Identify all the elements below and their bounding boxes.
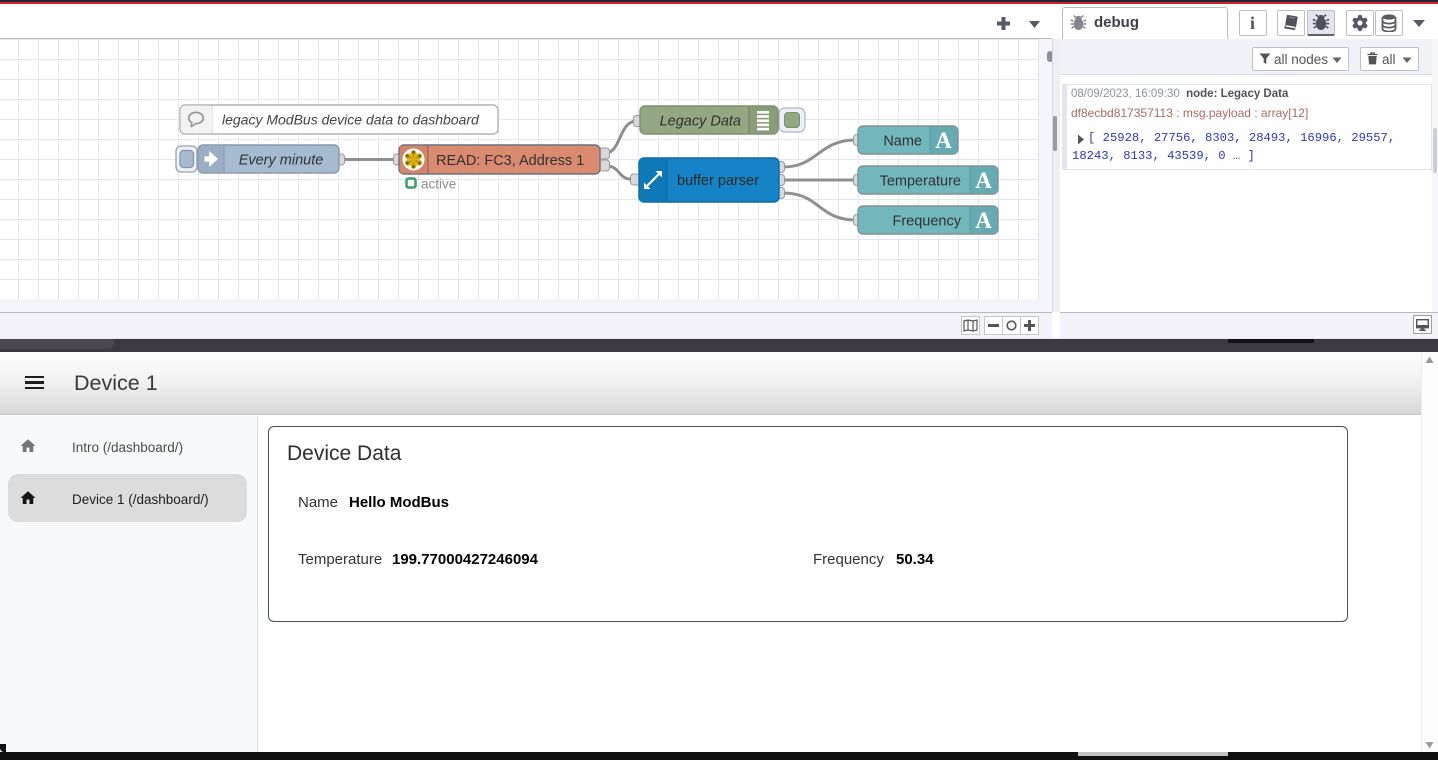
svg-text:buffer parser: buffer parser [677, 173, 759, 189]
svg-text:Every minute: Every minute [239, 153, 324, 169]
svg-text:A: A [975, 168, 992, 193]
svg-text:Frequency: Frequency [892, 214, 961, 230]
svg-text:Temperature: Temperature [880, 174, 961, 190]
svg-text:A: A [975, 208, 992, 233]
svg-text:active: active [421, 177, 456, 192]
svg-text:Legacy Data: Legacy Data [660, 114, 741, 130]
svg-text:READ: FC3, Address 1: READ: FC3, Address 1 [436, 153, 584, 169]
svg-text:Name: Name [883, 134, 922, 150]
svg-text:A: A [935, 128, 952, 153]
svg-text:legacy ModBus device data to d: legacy ModBus device data to dashboard [222, 112, 480, 128]
